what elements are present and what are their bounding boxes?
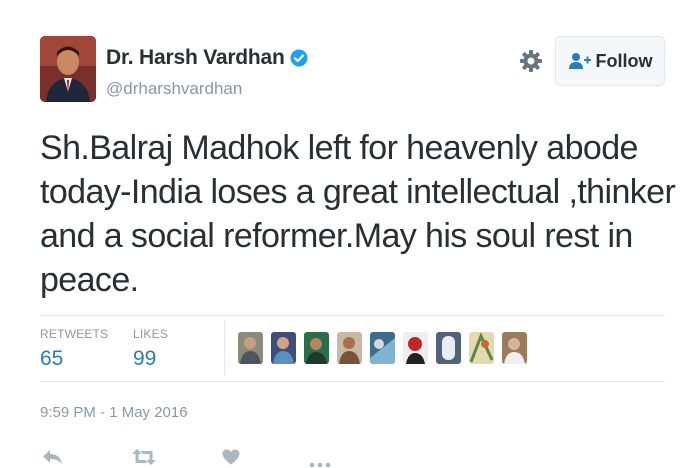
user-full-name[interactable]: Dr. Harsh Vardhan [106,46,285,70]
liker-avatar[interactable] [337,332,362,364]
liker-avatar[interactable] [469,332,494,364]
likes-stat[interactable]: LIKES 99 [133,327,168,371]
tweet-text-line: and a social reformer.May his soul rest … [40,217,633,255]
retweet-icon[interactable] [132,449,156,468]
liker-avatar[interactable] [370,332,395,364]
liker-avatar[interactable] [436,332,461,364]
like-icon[interactable] [222,449,240,468]
likes-count: 99 [133,347,157,370]
name-row: Dr. Harsh Vardhan [106,46,308,70]
tweet-card: Dr. Harsh Vardhan @drharshvardhan Follow… [0,0,700,468]
gear-icon[interactable] [519,49,543,73]
stats-separator [224,320,225,376]
add-user-icon [568,52,592,70]
verified-badge-icon [290,49,308,67]
tweet-text-line: today-India loses a great intellectual ,… [40,173,676,211]
user-handle[interactable]: @drharshvardhan [106,79,242,99]
liker-avatars [238,332,535,364]
liker-avatar[interactable] [403,332,428,364]
tweet-text-line: Sh.Balraj Madhok left for heavenly abode [40,129,638,167]
retweets-label: RETWEETS [40,327,109,341]
tweet-text: Sh.Balraj Madhok left for heavenly abode… [40,126,676,302]
tweet-text-line: peace. [40,261,139,299]
follow-label: Follow [595,50,653,71]
divider [40,381,665,382]
more-icon[interactable] [309,455,331,468]
retweets-count: 65 [40,347,64,370]
likes-label: LIKES [133,327,169,341]
liker-avatar[interactable] [502,332,527,364]
tweet-timestamp[interactable]: 9:59 PM - 1 May 2016 [40,404,188,421]
liker-avatar[interactable] [238,332,263,364]
retweets-stat[interactable]: RETWEETS 65 [40,327,108,371]
liker-avatar[interactable] [304,332,329,364]
divider [40,315,665,316]
follow-button[interactable]: Follow [555,36,665,86]
liker-avatar[interactable] [271,332,296,364]
avatar[interactable] [40,36,96,102]
reply-icon[interactable] [42,449,64,468]
